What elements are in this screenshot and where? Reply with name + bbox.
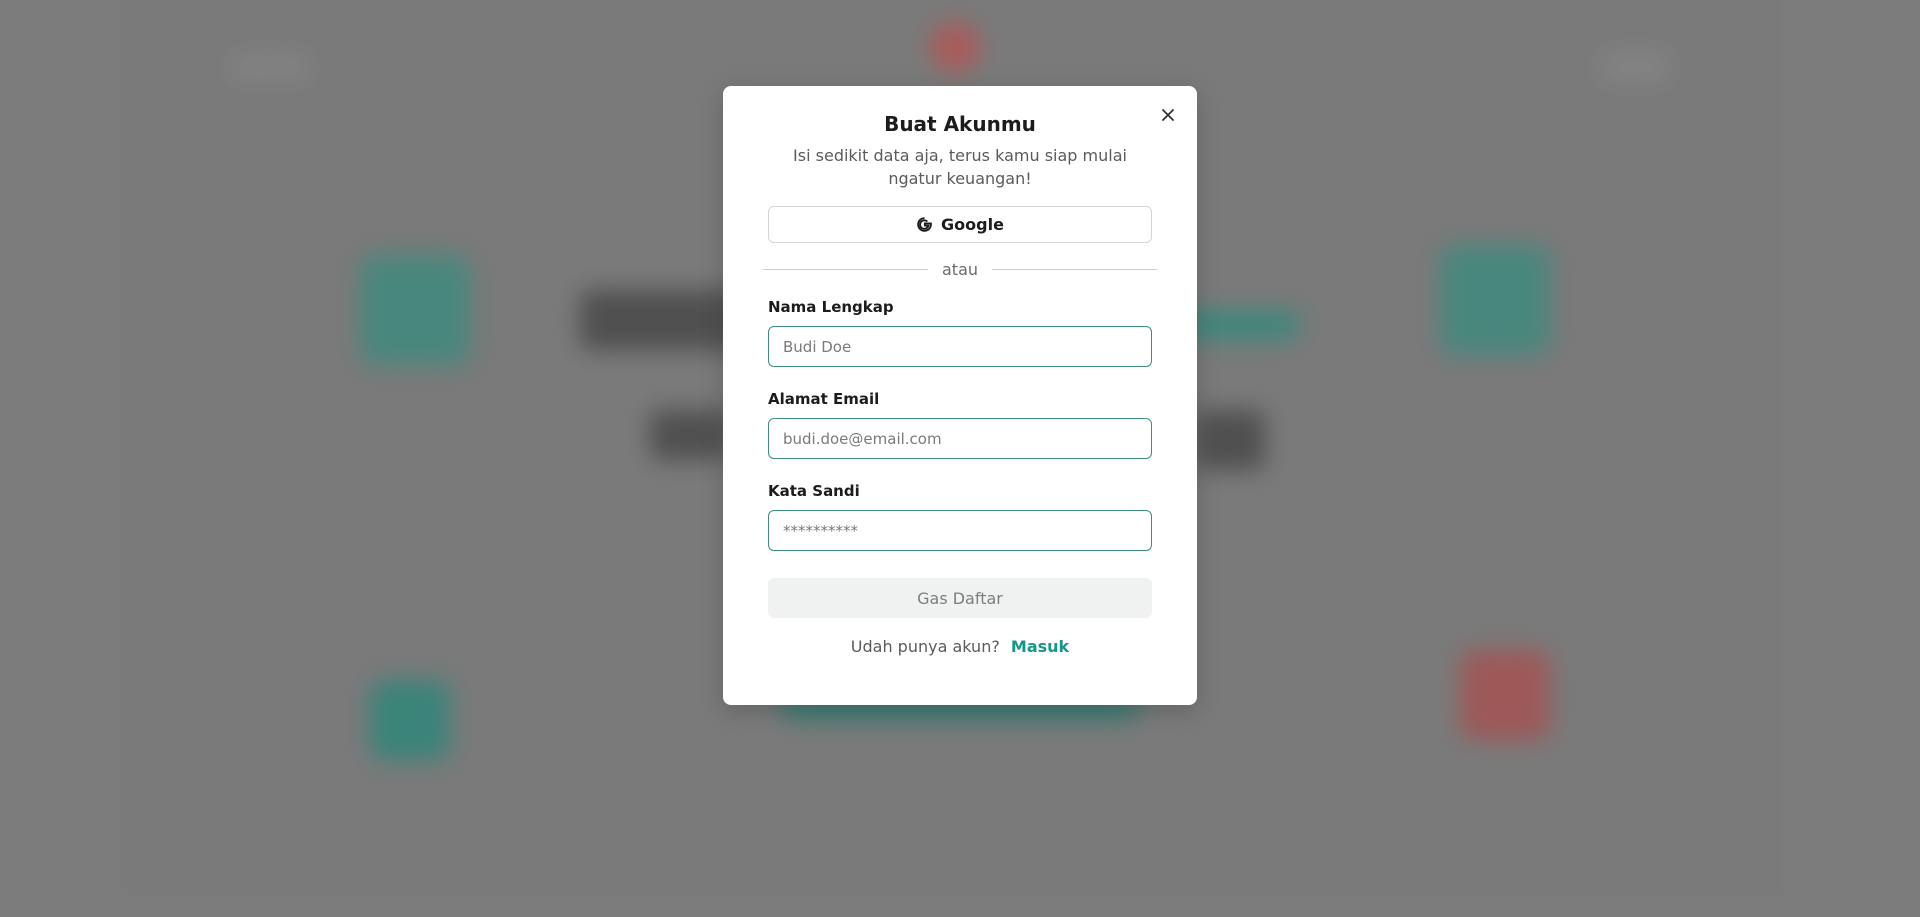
divider-line-right bbox=[992, 269, 1157, 270]
email-label: Alamat Email bbox=[768, 390, 880, 408]
email-input[interactable] bbox=[768, 418, 1152, 459]
login-prompt: Udah punya akun? Masuk bbox=[723, 637, 1197, 656]
modal-subtitle: Isi sedikit data aja, terus kamu siap mu… bbox=[793, 146, 1127, 188]
password-label: Kata Sandi bbox=[768, 482, 860, 500]
register-button[interactable]: Gas Daftar bbox=[768, 578, 1152, 618]
divider-line-left bbox=[763, 269, 928, 270]
password-input[interactable] bbox=[768, 510, 1152, 551]
modal-title: Buat Akunmu bbox=[884, 112, 1036, 136]
login-link[interactable]: Masuk bbox=[1011, 637, 1069, 656]
google-button-label: Google bbox=[941, 215, 1004, 234]
full-name-input[interactable] bbox=[768, 326, 1152, 367]
google-icon bbox=[917, 217, 932, 232]
register-modal: Buat Akunmu Isi sedikit data aja, terus … bbox=[723, 86, 1197, 705]
or-divider: atau bbox=[763, 260, 1157, 279]
divider-label: atau bbox=[941, 260, 979, 279]
login-prompt-text: Udah punya akun? bbox=[850, 637, 1000, 656]
full-name-label: Nama Lengkap bbox=[768, 298, 894, 316]
google-signin-button[interactable]: Google bbox=[768, 206, 1152, 243]
